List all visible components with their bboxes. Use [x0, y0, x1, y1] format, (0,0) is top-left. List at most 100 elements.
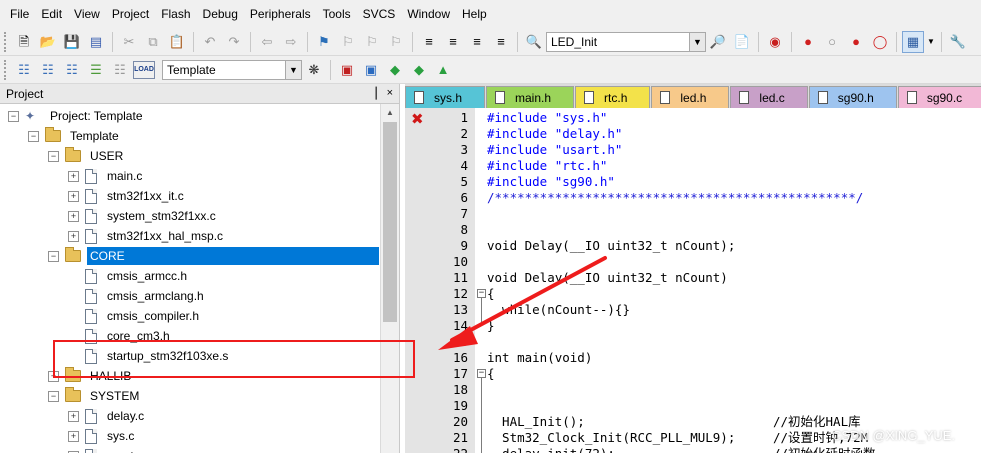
bookmark-icon[interactable]: ⚑ [313, 31, 335, 53]
batch-build-icon[interactable]: ☰ [85, 59, 107, 81]
prev-bookmark-icon[interactable]: ⚐ [337, 31, 359, 53]
menu-flash[interactable]: Flash [155, 0, 196, 28]
menu-tools[interactable]: Tools [317, 0, 357, 28]
configure-tools-icon[interactable]: 🔧 [947, 31, 969, 53]
tree-item-delay-c[interactable]: + delay.c [68, 406, 147, 426]
tree-item-core[interactable]: − CORE [48, 246, 379, 266]
function-combo[interactable]: LED_Init ▼ [546, 31, 706, 52]
paste-icon[interactable]: 📋 [166, 31, 188, 53]
tab-main-h[interactable]: main.h [486, 86, 575, 108]
tree-item-template[interactable]: − Template [28, 126, 122, 146]
toolbar-grip[interactable] [4, 31, 9, 52]
tree-item-sys-c[interactable]: + sys.c [68, 426, 137, 446]
find-in-files-icon[interactable]: 🔍 [523, 31, 545, 53]
manage-run-time-env-icon[interactable]: ▣ [360, 59, 382, 81]
download-icon[interactable]: LOAD [133, 60, 155, 79]
indent-icon[interactable]: ≡ [418, 31, 440, 53]
expand-icon[interactable]: + [68, 170, 79, 182]
new-file-icon[interactable]: 🗎 [13, 31, 35, 53]
menu-file[interactable]: File [4, 0, 35, 28]
chevron-down-icon[interactable]: ▼ [285, 60, 301, 79]
event-recorder-icon[interactable]: ▲ [432, 59, 454, 81]
tree-item-main-c[interactable]: + main.c [68, 166, 145, 186]
tab-sg90-c[interactable]: sg90.c [897, 86, 981, 108]
pin-icon[interactable]: ▕ [368, 87, 376, 100]
clear-bookmarks-icon[interactable]: ⚐ [385, 31, 407, 53]
copy-icon[interactable]: ⧉ [142, 31, 164, 53]
build-icon[interactable]: ☷ [37, 59, 59, 81]
collapse-icon[interactable]: − [48, 250, 59, 262]
expand-icon[interactable]: + [68, 230, 79, 242]
pack-installer-icon[interactable]: ◆ [408, 59, 430, 81]
menu-debug[interactable]: Debug [197, 0, 244, 28]
scroll-up-icon[interactable]: ▲ [381, 104, 399, 121]
tree-item-system[interactable]: − SYSTEM [48, 386, 142, 406]
unindent-icon[interactable]: ≡ [442, 31, 464, 53]
uncomment-icon[interactable]: ≡ [490, 31, 512, 53]
window-layout-icon[interactable]: ▦ [902, 30, 924, 53]
menu-window[interactable]: Window [401, 0, 456, 28]
chevron-down-icon[interactable]: ▼ [689, 32, 705, 51]
menu-svcs[interactable]: SVCS [357, 0, 402, 28]
collapse-icon[interactable]: − [48, 150, 59, 162]
next-bookmark-icon[interactable]: ⚐ [361, 31, 383, 53]
tree-item-cmsis-armclang-h[interactable]: cmsis_armclang.h [68, 286, 207, 306]
menu-project[interactable]: Project [106, 0, 155, 28]
tree-item-cmsis-armcc-h[interactable]: cmsis_armcc.h [68, 266, 190, 286]
redo-icon[interactable]: ↷ [223, 31, 245, 53]
breakpoint-kill-all-icon[interactable]: ◯ [869, 31, 891, 53]
tab-sg90-h[interactable]: sg90.h [808, 86, 897, 108]
target-combo[interactable]: Template ▼ [162, 59, 302, 80]
save-all-icon[interactable]: ▤ [85, 31, 107, 53]
menu-view[interactable]: View [68, 0, 106, 28]
tree-item-user[interactable]: − USER [48, 146, 126, 166]
select-software-packs-icon[interactable]: ◆ [384, 59, 406, 81]
tree-item-cmsis-compiler-h[interactable]: cmsis_compiler.h [68, 306, 202, 326]
tree-item-stm32f1xx-it-c[interactable]: + stm32f1xx_it.c [68, 186, 187, 206]
expand-icon[interactable]: + [68, 190, 79, 202]
rebuild-icon[interactable]: ☷ [61, 59, 83, 81]
menu-peripherals[interactable]: Peripherals [244, 0, 317, 28]
save-icon[interactable]: 💾 [61, 31, 83, 53]
toolbar-grip[interactable] [4, 59, 9, 80]
tab-led-c[interactable]: led.c [730, 86, 808, 108]
menu-help[interactable]: Help [456, 0, 493, 28]
incremental-find-icon[interactable]: 📄 [731, 31, 753, 53]
manage-project-items-icon[interactable]: ▣ [336, 59, 358, 81]
target-options-icon[interactable]: ❋ [303, 59, 325, 81]
undo-icon[interactable]: ↶ [199, 31, 221, 53]
open-folder-icon[interactable]: 📂 [37, 31, 59, 53]
breakpoint-enable-icon[interactable]: ○ [821, 31, 843, 53]
close-icon[interactable]: × [387, 87, 393, 100]
comment-icon[interactable]: ≡ [466, 31, 488, 53]
scroll-thumb[interactable] [383, 122, 397, 322]
tree-item-project-template[interactable]: − ✦ Project: Template [8, 106, 146, 126]
tree-item-usart-c[interactable]: +usart.c [68, 446, 146, 453]
fold-toggle-icon[interactable]: − [477, 369, 486, 378]
menu-edit[interactable]: Edit [35, 0, 68, 28]
nav-forward-icon[interactable]: ⇨ [280, 31, 302, 53]
collapse-icon[interactable]: − [8, 110, 19, 122]
expand-icon[interactable]: + [68, 430, 79, 442]
find-icon[interactable]: 🔎 [707, 31, 729, 53]
breakpoint-insert-icon[interactable]: ● [797, 31, 819, 53]
collapse-icon[interactable]: − [48, 390, 59, 402]
expand-icon[interactable]: + [68, 410, 79, 422]
tab-rtc-h[interactable]: rtc.h [575, 86, 651, 108]
project-scrollbar[interactable]: ▲ [380, 104, 399, 453]
cut-icon[interactable]: ✂ [118, 31, 140, 53]
tree-item-stm32f1xx-hal-msp-c[interactable]: + stm32f1xx_hal_msp.c [68, 226, 226, 246]
tab-sys-h[interactable]: sys.h [405, 86, 486, 108]
stop-build-icon[interactable]: ☷ [109, 59, 131, 81]
breakpoint-disable-all-icon[interactable]: ● [845, 31, 867, 53]
tab-led-h[interactable]: led.h [651, 86, 730, 108]
window-layout-dropdown-icon[interactable]: ▼ [926, 31, 936, 53]
collapse-icon[interactable]: − [28, 130, 39, 142]
translate-icon[interactable]: ☷ [13, 59, 35, 81]
tree-item-system-stm32f1xx-c[interactable]: + system_stm32f1xx.c [68, 206, 219, 226]
code-editor[interactable]: ✖ 1 #include "sys.h" 2 #include "delay.h" 3 #… [405, 108, 981, 453]
fold-toggle-icon[interactable]: − [477, 289, 486, 298]
debug-start-icon[interactable]: ◉ [764, 31, 786, 53]
expand-icon[interactable]: + [68, 210, 79, 222]
nav-back-icon[interactable]: ⇦ [256, 31, 278, 53]
